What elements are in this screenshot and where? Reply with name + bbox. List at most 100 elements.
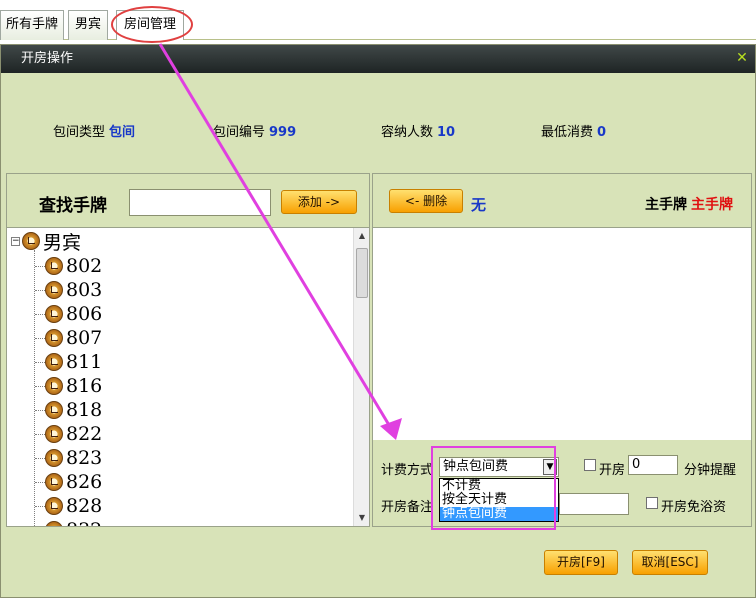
tree-item[interactable]: 822 — [35, 422, 102, 446]
find-card-label: 查找手牌 — [39, 196, 107, 216]
master-card-label: 主手牌 — [645, 197, 687, 213]
billing-options: 计费方式 钟点包间费 ▼ 开房 0 分钟提醒 开房备注 开房免浴资 — [373, 440, 751, 526]
tree-connector — [35, 457, 45, 459]
master-card-value: 主手牌 — [691, 197, 733, 213]
tree-connector — [35, 433, 45, 435]
capacity: 容纳人数 10 — [381, 121, 455, 140]
tree-item[interactable]: 818 — [35, 398, 102, 422]
tree-item[interactable]: 811 — [35, 350, 102, 374]
tree-item[interactable]: 806 — [35, 302, 102, 326]
room-number-label: 包间编号 — [213, 125, 266, 140]
clock-icon — [45, 329, 63, 347]
tab-all-cards[interactable]: 所有手牌 — [0, 10, 64, 40]
open-room-dialog: 开房操作 ✕ 包间类型 包间 包间编号 999 容纳人数 10 最低消费 0 查找手牌 … — [0, 44, 756, 598]
tree-item[interactable]: 802 — [35, 254, 102, 278]
collapse-icon[interactable]: − — [11, 236, 20, 246]
clock-icon — [45, 521, 63, 526]
scroll-up-icon[interactable]: ▲ — [354, 228, 370, 244]
clock-icon — [22, 232, 40, 250]
clock-icon — [45, 449, 63, 467]
tree-item[interactable]: 823 — [35, 446, 102, 470]
tree-item-label: 811 — [66, 351, 103, 373]
card-tree: − 男宾 802803806807811816818822823826828 83… — [7, 228, 353, 526]
cancel-button[interactable]: 取消[ESC] — [632, 550, 708, 575]
tree-item-label: 818 — [66, 399, 103, 421]
tree-item-label: 823 — [66, 447, 103, 469]
clock-icon — [45, 377, 63, 395]
min-charge-value: 0 — [597, 125, 607, 140]
minutes-input[interactable]: 0 — [628, 455, 678, 475]
tree-root[interactable]: − 男宾 — [11, 230, 82, 254]
room-type: 包间类型 包间 — [53, 121, 135, 140]
capacity-value: 10 — [437, 125, 456, 140]
clock-icon — [45, 473, 63, 491]
tree-item-label: 822 — [66, 423, 103, 445]
tree-connector — [35, 337, 45, 339]
tab-male-guests[interactable]: 男宾 — [68, 10, 108, 40]
tree-item-label: 832 — [66, 519, 102, 526]
tree-connector — [35, 313, 45, 315]
annotation-circle — [111, 6, 193, 43]
room-type-value: 包间 — [109, 125, 136, 140]
tree-item-label: 806 — [66, 303, 103, 325]
scroll-thumb[interactable] — [356, 248, 368, 298]
room-type-label: 包间类型 — [53, 125, 106, 140]
tree-item-label: 826 — [66, 471, 103, 493]
tree-item[interactable]: 803 — [35, 278, 102, 302]
card-search-panel: 查找手牌 添加 -> − 男宾 802 803 806 807 811 816 818 822… — [6, 173, 370, 527]
min-charge-label: 最低消费 — [541, 125, 594, 140]
open-room-checkbox[interactable] — [584, 459, 596, 471]
selected-cards-header: <- 删除 无 主手牌 主手牌 — [373, 174, 751, 228]
open-room-label: 开房 — [599, 463, 626, 478]
tree-connector — [35, 409, 45, 411]
open-room-button[interactable]: 开房[F9] — [544, 550, 618, 575]
tree-item[interactable]: 828 — [35, 494, 102, 518]
remark-input[interactable] — [559, 493, 629, 515]
tree-item[interactable]: 816 — [35, 374, 102, 398]
tree-scrollbar[interactable]: ▲ ▼ — [353, 228, 369, 526]
clock-icon — [45, 281, 63, 299]
tree-connector — [35, 505, 45, 507]
clock-icon — [45, 497, 63, 515]
clock-icon — [45, 353, 63, 371]
remark-label: 开房备注 — [381, 500, 434, 515]
tree-connector — [35, 361, 45, 363]
capacity-label: 容纳人数 — [381, 125, 434, 140]
add-button[interactable]: 添加 -> — [281, 190, 357, 214]
clock-icon — [45, 305, 63, 323]
none-text: 无 — [471, 196, 487, 214]
tree-connector — [35, 385, 45, 387]
find-card-input[interactable] — [129, 189, 271, 216]
room-number-value: 999 — [269, 125, 297, 140]
min-charge: 最低消费 0 — [541, 121, 606, 140]
tree-root-label: 男宾 — [43, 231, 82, 254]
billing-label: 计费方式 — [381, 463, 434, 478]
master-card: 主手牌 主手牌 — [645, 194, 733, 214]
tree-item[interactable]: 832 — [35, 518, 102, 526]
selected-cards-panel: <- 删除 无 主手牌 主手牌 计费方式 钟点包间费 ▼ 开房 0 分钟提醒 开房… — [372, 173, 752, 527]
tree-item-label: 816 — [66, 375, 103, 397]
tree-item-label: 803 — [66, 279, 103, 301]
tree-item-label: 802 — [66, 255, 103, 277]
room-number: 包间编号 999 — [213, 121, 296, 140]
scroll-down-icon[interactable]: ▼ — [354, 510, 370, 526]
tree-item[interactable]: 826 — [35, 470, 102, 494]
clock-icon — [45, 425, 63, 443]
card-search-header: 查找手牌 添加 -> — [7, 174, 369, 228]
free-bath-label: 开房免浴资 — [661, 500, 727, 515]
clock-icon — [45, 257, 63, 275]
clock-icon — [45, 401, 63, 419]
dialog-titlebar: 开房操作 ✕ — [1, 45, 755, 73]
tree-connector — [35, 289, 45, 291]
tree-item[interactable]: 807 — [35, 326, 102, 350]
free-bath-checkbox[interactable] — [646, 497, 658, 509]
tab-bar: 所有手牌 男宾 房间管理 — [0, 0, 756, 43]
tree-item-label: 807 — [66, 327, 103, 349]
dialog-title: 开房操作 — [21, 51, 74, 66]
tree-connector — [35, 265, 45, 267]
annotation-box — [431, 446, 556, 530]
close-icon[interactable]: ✕ — [735, 51, 749, 65]
minutes-label: 分钟提醒 — [684, 463, 737, 478]
delete-button[interactable]: <- 删除 — [389, 189, 463, 213]
tree-connector — [35, 481, 45, 483]
